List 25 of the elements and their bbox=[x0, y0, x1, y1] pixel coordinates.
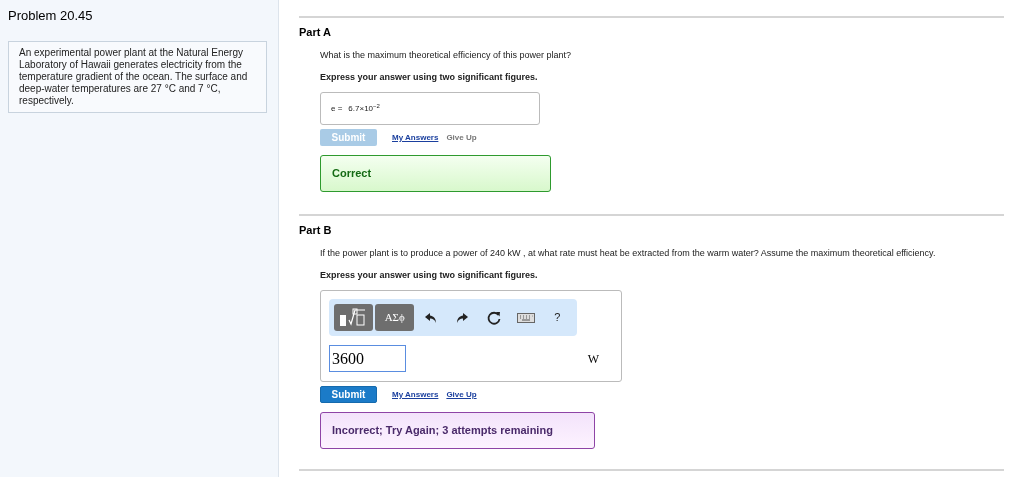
unit-label: W bbox=[587, 350, 599, 368]
keyboard-icon bbox=[516, 312, 535, 323]
undo-icon bbox=[423, 310, 438, 325]
instruction-text: Express your answer using two significant figures. bbox=[320, 268, 539, 282]
question-text: What is the maximum theoretical efficiency of this power plant? bbox=[320, 49, 572, 61]
help-button[interactable]: ? bbox=[542, 304, 572, 331]
part-heading: Part B bbox=[299, 223, 333, 238]
answer-input[interactable]: 3600 bbox=[329, 345, 406, 372]
question-text: If the power plant is to produce a power of 240 kW , at what rate must heat be extracted from the warm water? Assume the maximum theoretical efficiency. bbox=[320, 247, 937, 259]
my-answers-link[interactable]: My Answers bbox=[392, 131, 439, 144]
problem-statement: An experimental power plant at the Natural Energy Laboratory of Hawaii generates electricity from the temperature gradient of the ocean. The surface and deep-water temperatures are 27 °C and 7 °C, respectively. bbox=[8, 40, 267, 113]
redo-icon bbox=[455, 310, 470, 325]
submit-button[interactable]: Submit bbox=[320, 386, 377, 403]
my-answers-link[interactable]: My Answers bbox=[392, 388, 439, 401]
symbols-button[interactable]: ΑΣϕ bbox=[375, 304, 414, 331]
part-heading: Part A bbox=[299, 25, 332, 40]
feedback-correct: Correct bbox=[320, 155, 551, 192]
give-up-link[interactable]: Give Up bbox=[446, 388, 477, 401]
template-button[interactable] bbox=[334, 304, 374, 331]
feedback-incorrect: Incorrect; Try Again; 3 attempts remaining bbox=[320, 412, 595, 449]
refresh-icon bbox=[485, 309, 502, 326]
problem-title: Problem 20.45 bbox=[8, 7, 94, 25]
instruction-text: Express your answer using two significant figures. bbox=[320, 70, 539, 84]
answer-value: 6.7×10$^{−2}$ bbox=[348, 102, 380, 115]
variable-label: e = bbox=[331, 102, 343, 115]
